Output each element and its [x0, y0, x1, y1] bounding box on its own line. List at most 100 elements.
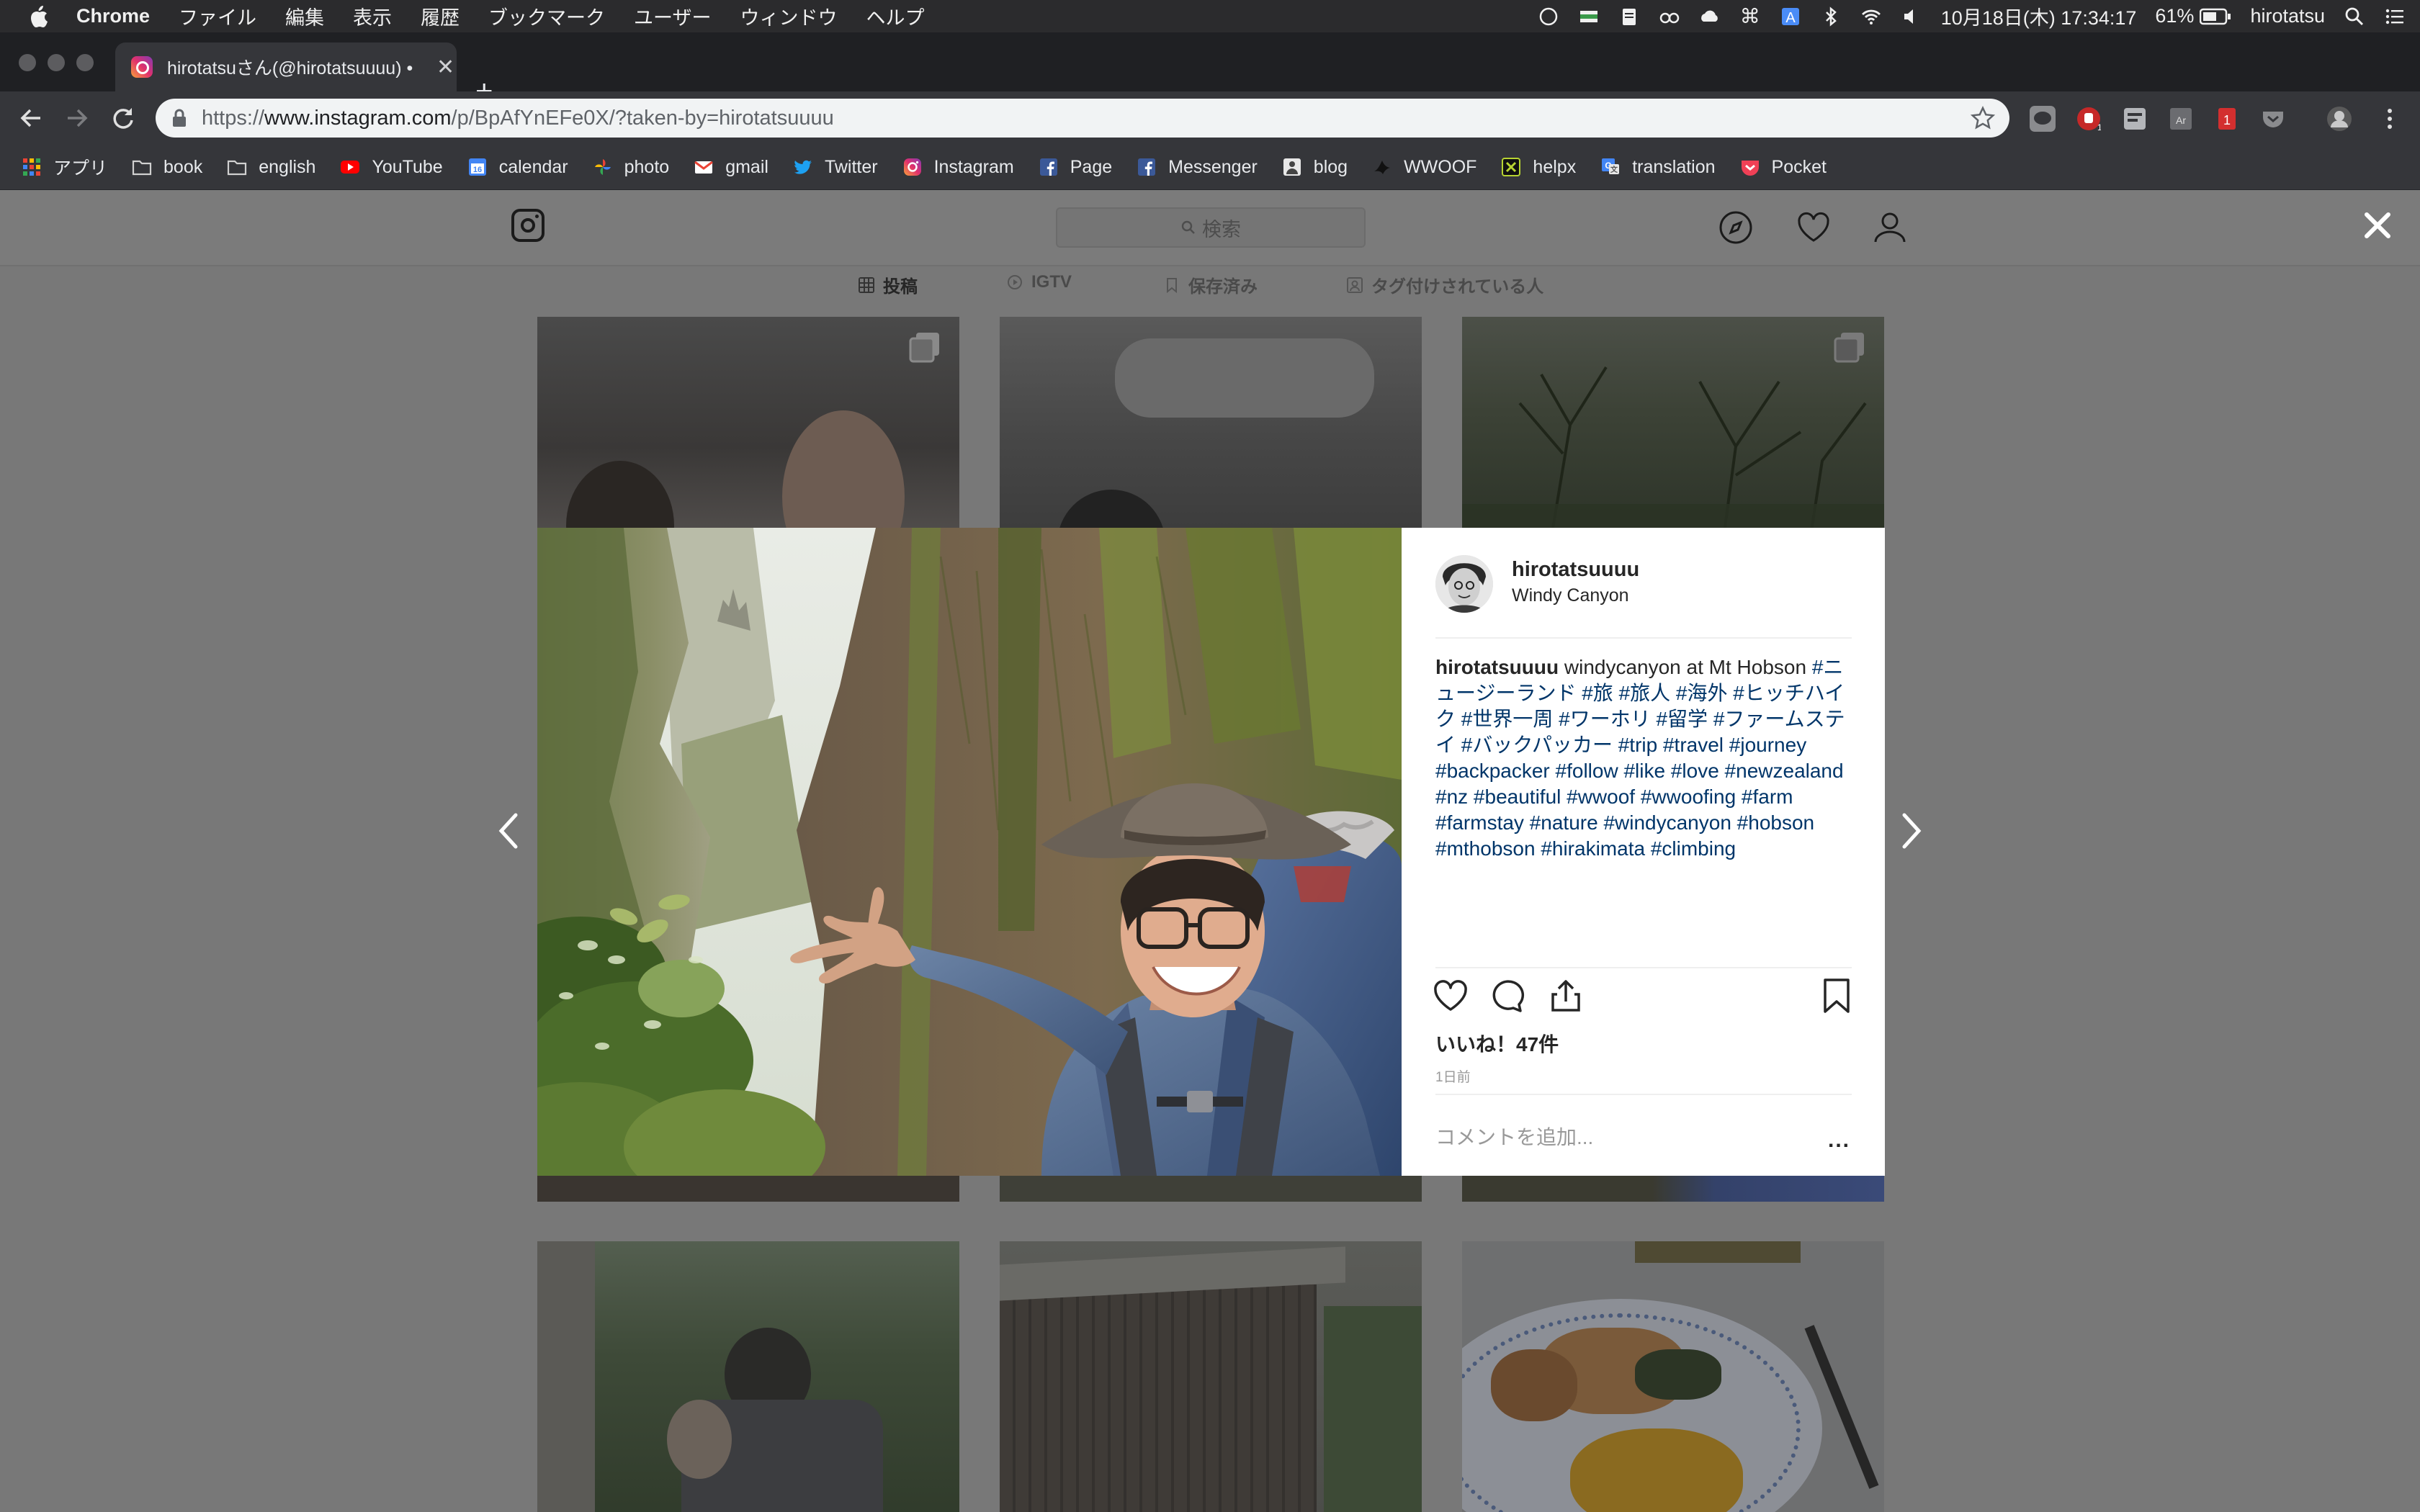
bookmark-twitter[interactable]: Twitter [793, 157, 878, 178]
status-circle-icon[interactable] [1538, 6, 1559, 27]
thumbnail-wall-shape [537, 1241, 595, 1512]
tab-posts[interactable]: 投稿 [859, 272, 918, 297]
post-username[interactable]: hirotatsuuuu [1512, 558, 1639, 582]
bookmark-page[interactable]: Page [1039, 157, 1112, 178]
caption-hashtags[interactable]: #ニュージーランド #旅 #旅人 #海外 #ヒッチハイク #世界一周 #ワーホリ… [1435, 656, 1845, 860]
next-post-chevron-icon[interactable] [1897, 809, 1926, 852]
menu-edit[interactable]: 編集 [285, 2, 324, 30]
wifi-icon[interactable] [1860, 6, 1882, 27]
comment-bubble-icon[interactable] [1489, 977, 1527, 1014]
like-count[interactable]: いいね！47件 [1435, 1029, 1559, 1058]
lastpass-extension-icon[interactable]: 1 [2076, 106, 2102, 132]
bookmark-messenger[interactable]: Messenger [1137, 157, 1258, 178]
bookmark-instagram[interactable]: Instagram [902, 157, 1014, 178]
bookmark-wwoof[interactable]: WWOOF [1372, 157, 1476, 178]
close-icon[interactable] [2360, 207, 2396, 243]
volume-icon[interactable] [1901, 6, 1922, 27]
command-icon[interactable]: ⌘ [1739, 5, 1761, 27]
share-icon[interactable] [1547, 977, 1585, 1014]
user-avatar[interactable] [1435, 555, 1493, 613]
post-location[interactable]: Windy Canyon [1512, 585, 1629, 606]
menu-file[interactable]: ファイル [179, 2, 256, 30]
url-path: /p/BpAfYnEFe0X/?taken-by=hirotatsuuuu [451, 106, 834, 130]
notification-center-icon[interactable] [2384, 6, 2406, 27]
tab-tagged[interactable]: タグ付けされている人 [1347, 272, 1543, 297]
tab-saved[interactable]: 保存済み [1164, 272, 1258, 297]
grid-post-thumbnail[interactable] [537, 317, 959, 554]
menubar-user[interactable]: hirotatsu [2250, 5, 2325, 27]
save-bookmark-icon[interactable] [1818, 977, 1855, 1014]
bookmark-photo[interactable]: photo [593, 157, 669, 178]
grid-post-thumbnail-strip[interactable] [1000, 1176, 1422, 1202]
menu-app-name[interactable]: Chrome [76, 5, 150, 27]
window-close-button[interactable] [19, 54, 36, 71]
grid-post-thumbnail[interactable] [1462, 317, 1884, 554]
address-bar[interactable]: https://www.instagram.com/p/BpAfYnEFe0X/… [156, 99, 2009, 138]
instagram-logo-icon[interactable] [511, 209, 544, 242]
reload-icon[interactable] [107, 102, 140, 135]
acrobat-extension-icon[interactable]: Ar [2168, 106, 2194, 132]
menubar-datetime[interactable]: 10月18日(木) 17:34:17 [1941, 2, 2137, 30]
grid-post-thumbnail-strip[interactable] [537, 1176, 959, 1202]
profile-tabs: 投稿 IGTV 保存済み タグ付けされている人 [0, 265, 2420, 308]
flag-icon[interactable] [1578, 6, 1600, 27]
more-options-icon[interactable]: ... [1828, 1128, 1850, 1153]
tab-close-icon[interactable]: ✕ [436, 55, 454, 80]
window-minimize-button[interactable] [48, 54, 65, 71]
grid-post-thumbnail[interactable] [537, 1241, 959, 1512]
battery-percent[interactable]: 61% [2155, 5, 2194, 27]
explore-compass-icon[interactable] [1717, 209, 1754, 246]
menu-help[interactable]: ヘルプ [866, 2, 924, 30]
menu-view[interactable]: 表示 [353, 2, 392, 30]
todo-extension-icon[interactable]: 1 [2214, 106, 2240, 132]
spotlight-search-icon[interactable] [2344, 6, 2365, 27]
previous-post-chevron-icon[interactable] [494, 809, 523, 852]
like-heart-icon[interactable] [1432, 977, 1469, 1014]
caption-username[interactable]: hirotatsuuuu [1435, 656, 1559, 678]
post-timestamp[interactable]: 1日前 [1435, 1066, 1471, 1086]
menu-history[interactable]: 履歴 [421, 2, 460, 30]
glasses-icon[interactable] [1659, 6, 1680, 27]
bookmark-calendar[interactable]: 16 calendar [467, 157, 568, 178]
forward-arrow-icon[interactable] [60, 102, 94, 135]
bookmark-translation[interactable]: G文 translation [1600, 157, 1716, 178]
grid-post-thumbnail[interactable] [1000, 317, 1422, 554]
search-input[interactable]: 検索 [1056, 207, 1366, 248]
bookmark-helpx[interactable]: helpx [1501, 157, 1576, 178]
menu-bookmarks[interactable]: ブックマーク [488, 2, 605, 30]
thumbnail-food-shape [1635, 1349, 1721, 1400]
cloud-icon[interactable] [1699, 6, 1721, 27]
apple-logo-icon[interactable] [29, 4, 50, 29]
browser-tab-active[interactable]: hirotatsuさん(@hirotatsuuuu) • ✕ [115, 42, 457, 91]
input-method-icon[interactable]: A [1780, 6, 1801, 27]
chrome-menu-icon[interactable] [2377, 106, 2403, 132]
add-comment-input[interactable]: コメントを追加... [1435, 1122, 1593, 1151]
clipboard-icon[interactable] [1618, 6, 1640, 27]
bookmark-apps[interactable]: アプリ [22, 154, 107, 180]
line-extension-icon[interactable] [2030, 106, 2056, 132]
battery-icon[interactable] [2200, 8, 2231, 25]
bookmark-star-icon[interactable] [1971, 106, 1995, 130]
bookmark-gmail[interactable]: gmail [694, 157, 768, 178]
lock-icon[interactable] [171, 109, 187, 127]
profile-avatar-icon[interactable] [2326, 106, 2352, 132]
clipper-extension-icon[interactable] [2122, 106, 2148, 132]
grid-post-thumbnail-strip[interactable] [1462, 1176, 1884, 1202]
grid-post-thumbnail[interactable] [1000, 1241, 1422, 1512]
bookmark-pocket[interactable]: Pocket [1740, 157, 1827, 178]
back-arrow-icon[interactable] [14, 102, 48, 135]
bookmark-blog[interactable]: blog [1282, 157, 1348, 178]
menu-people[interactable]: ユーザー [634, 2, 711, 30]
bookmark-book[interactable]: book [132, 157, 202, 178]
bluetooth-icon[interactable] [1820, 6, 1842, 27]
tab-igtv[interactable]: IGTV [1007, 272, 1072, 292]
heart-activity-icon[interactable] [1795, 209, 1832, 246]
grid-post-thumbnail[interactable] [1462, 1241, 1884, 1512]
pocket-extension-icon[interactable] [2260, 106, 2286, 132]
window-zoom-button[interactable] [76, 54, 94, 71]
menu-window[interactable]: ウィンドウ [740, 2, 837, 30]
profile-person-icon[interactable] [1871, 209, 1909, 246]
post-photo[interactable] [537, 528, 1402, 1176]
bookmark-english[interactable]: english [227, 157, 315, 178]
bookmark-youtube[interactable]: YouTube [340, 157, 443, 178]
